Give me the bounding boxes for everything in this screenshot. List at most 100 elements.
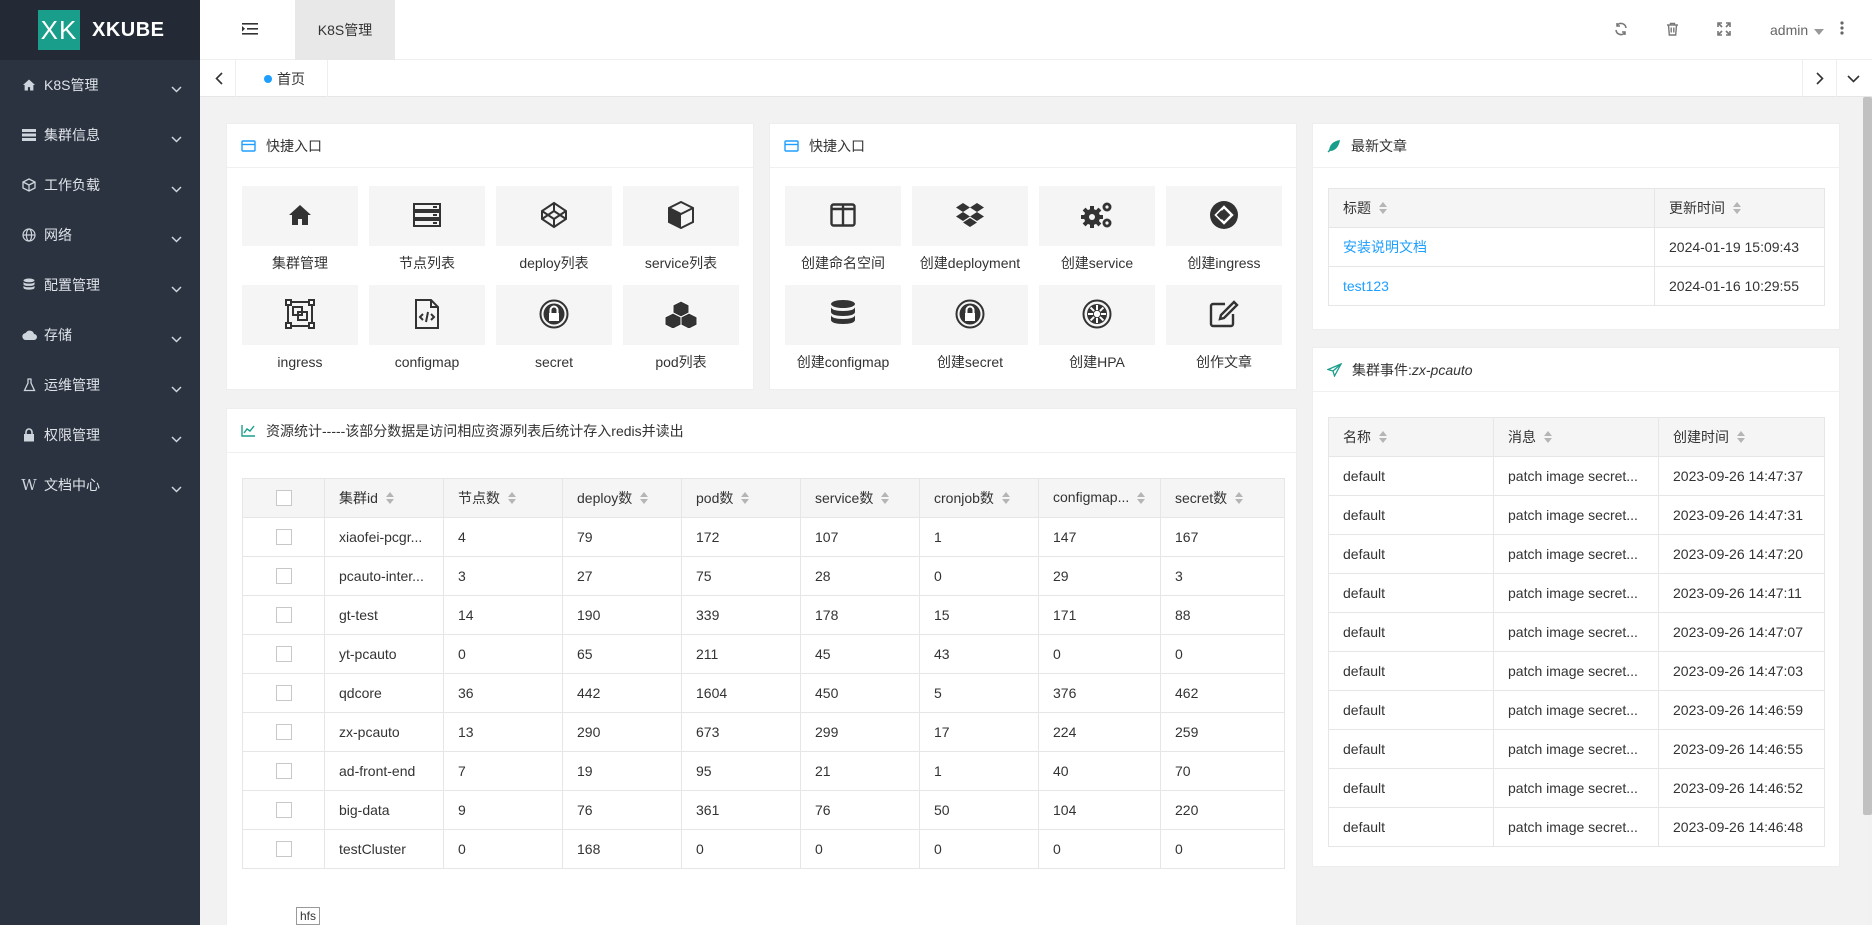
quick-entry-box[interactable] xyxy=(912,285,1028,345)
trash-icon[interactable] xyxy=(1666,22,1679,39)
column-header[interactable]: configmap... xyxy=(1038,478,1161,518)
sort-icon[interactable] xyxy=(640,491,649,507)
tab-home[interactable]: 首页 xyxy=(258,60,328,97)
sidebar-item-0[interactable]: K8S管理 xyxy=(0,60,200,110)
quick-entry-item[interactable]: 创建service xyxy=(1039,186,1155,273)
row-checkbox-cell[interactable] xyxy=(242,790,325,830)
quick-entry-item[interactable]: configmap xyxy=(369,285,485,372)
sort-icon[interactable] xyxy=(1737,430,1745,446)
quick-entry-box[interactable] xyxy=(912,186,1028,246)
sidebar-item-2[interactable]: 工作负载 xyxy=(0,160,200,210)
column-header[interactable]: secret数 xyxy=(1160,478,1285,518)
quick-entry-box[interactable] xyxy=(369,186,485,246)
row-checkbox[interactable] xyxy=(275,607,292,623)
quick-entry-item[interactable]: service列表 xyxy=(623,186,739,273)
quick-entry-box[interactable] xyxy=(785,285,901,345)
tabs-next-icon[interactable] xyxy=(1802,60,1836,97)
row-checkbox-cell[interactable] xyxy=(242,634,325,674)
column-header[interactable]: cronjob数 xyxy=(919,478,1039,518)
quick-entry-item[interactable]: 创建HPA xyxy=(1039,285,1155,372)
sort-icon[interactable] xyxy=(1379,430,1387,446)
row-checkbox-cell[interactable] xyxy=(242,751,325,791)
quick-entry-item[interactable]: 节点列表 xyxy=(369,186,485,273)
fullscreen-icon[interactable] xyxy=(1717,22,1731,39)
row-checkbox[interactable] xyxy=(275,841,292,857)
quick-entry-item[interactable]: 创建deployment xyxy=(912,186,1028,273)
sidebar-item-3[interactable]: 网络 xyxy=(0,210,200,260)
quick-entry-item[interactable]: ingress xyxy=(242,285,358,372)
quick-entry-item[interactable]: 创作文章 xyxy=(1166,285,1282,372)
quick-entry-item[interactable]: 创建ingress xyxy=(1166,186,1282,273)
sort-icon[interactable] xyxy=(881,491,890,507)
row-checkbox[interactable] xyxy=(275,763,292,779)
row-checkbox-cell[interactable] xyxy=(242,712,325,752)
table-cell[interactable]: 安装说明文档 xyxy=(1328,227,1655,267)
row-checkbox-cell[interactable] xyxy=(242,517,325,557)
sort-icon[interactable] xyxy=(1544,430,1552,446)
quick-entry-item[interactable]: 创建secret xyxy=(912,285,1028,372)
select-all-checkbox[interactable] xyxy=(275,490,292,506)
quick-entry-box[interactable] xyxy=(242,285,358,345)
column-header[interactable]: pod数 xyxy=(681,478,801,518)
sort-icon[interactable] xyxy=(1001,491,1010,507)
quick-entry-item[interactable]: pod列表 xyxy=(623,285,739,372)
row-checkbox-cell[interactable] xyxy=(242,556,325,596)
quick-entry-box[interactable] xyxy=(1039,285,1155,345)
refresh-icon[interactable] xyxy=(1614,22,1628,39)
row-checkbox-cell[interactable] xyxy=(242,673,325,713)
sort-icon[interactable] xyxy=(1235,491,1244,507)
column-header[interactable]: 名称 xyxy=(1328,417,1494,457)
more-vertical-icon[interactable] xyxy=(1840,21,1844,38)
sidebar-item-8[interactable]: W 文档中心 xyxy=(0,460,200,510)
sort-icon[interactable] xyxy=(385,491,394,507)
quick-entry-item[interactable]: 创建configmap xyxy=(785,285,901,372)
header-checkbox-cell[interactable] xyxy=(242,478,325,518)
column-header[interactable]: service数 xyxy=(800,478,920,518)
column-header[interactable]: 标题 xyxy=(1328,188,1655,228)
sort-icon[interactable] xyxy=(508,491,516,507)
column-header[interactable]: 创建时间 xyxy=(1658,417,1825,457)
quick-entry-item[interactable]: 创建命名空间 xyxy=(785,186,901,273)
sort-icon[interactable] xyxy=(1379,201,1387,217)
row-checkbox[interactable] xyxy=(275,529,292,545)
row-checkbox[interactable] xyxy=(275,685,292,701)
row-checkbox[interactable] xyxy=(275,568,292,584)
sidebar-item-6[interactable]: 运维管理 xyxy=(0,360,200,410)
sidebar-item-5[interactable]: 存储 xyxy=(0,310,200,360)
column-header[interactable]: deploy数 xyxy=(562,478,682,518)
sort-icon[interactable] xyxy=(1137,491,1146,507)
sidebar-item-1[interactable]: 集群信息 xyxy=(0,110,200,160)
table-cell[interactable]: test123 xyxy=(1328,266,1655,306)
column-header[interactable]: 消息 xyxy=(1493,417,1659,457)
quick-entry-box[interactable] xyxy=(369,285,485,345)
quick-entry-box[interactable] xyxy=(1166,186,1282,246)
quick-entry-box[interactable] xyxy=(1166,285,1282,345)
top-tab-k8s[interactable]: K8S管理 xyxy=(295,0,395,60)
sort-icon[interactable] xyxy=(741,491,750,507)
quick-entry-item[interactable]: secret xyxy=(496,285,612,372)
tabs-dropdown-icon[interactable] xyxy=(1836,60,1870,97)
column-header[interactable]: 更新时间 xyxy=(1654,188,1825,228)
page-scrollbar-thumb[interactable] xyxy=(1863,97,1872,815)
menu-collapse-icon[interactable] xyxy=(242,22,258,39)
quick-entry-box[interactable] xyxy=(496,186,612,246)
quick-entry-box[interactable] xyxy=(496,285,612,345)
row-checkbox[interactable] xyxy=(275,646,292,662)
row-checkbox-cell[interactable] xyxy=(242,595,325,635)
sidebar-item-4[interactable]: 配置管理 xyxy=(0,260,200,310)
quick-entry-box[interactable] xyxy=(1039,186,1155,246)
quick-entry-item[interactable]: 集群管理 xyxy=(242,186,358,273)
quick-entry-item[interactable]: deploy列表 xyxy=(496,186,612,273)
quick-entry-box[interactable] xyxy=(623,285,739,345)
user-menu[interactable]: admin xyxy=(1770,21,1844,38)
tabs-prev-icon[interactable] xyxy=(202,60,236,97)
sort-icon[interactable] xyxy=(1733,201,1741,217)
row-checkbox-cell[interactable] xyxy=(242,829,325,869)
column-header[interactable]: 集群id xyxy=(324,478,444,518)
logo[interactable]: XK XKUBE xyxy=(0,0,200,60)
quick-entry-box[interactable] xyxy=(623,186,739,246)
column-header[interactable]: 节点数 xyxy=(443,478,563,518)
sidebar-item-7[interactable]: 权限管理 xyxy=(0,410,200,460)
row-checkbox[interactable] xyxy=(275,724,292,740)
quick-entry-box[interactable] xyxy=(785,186,901,246)
